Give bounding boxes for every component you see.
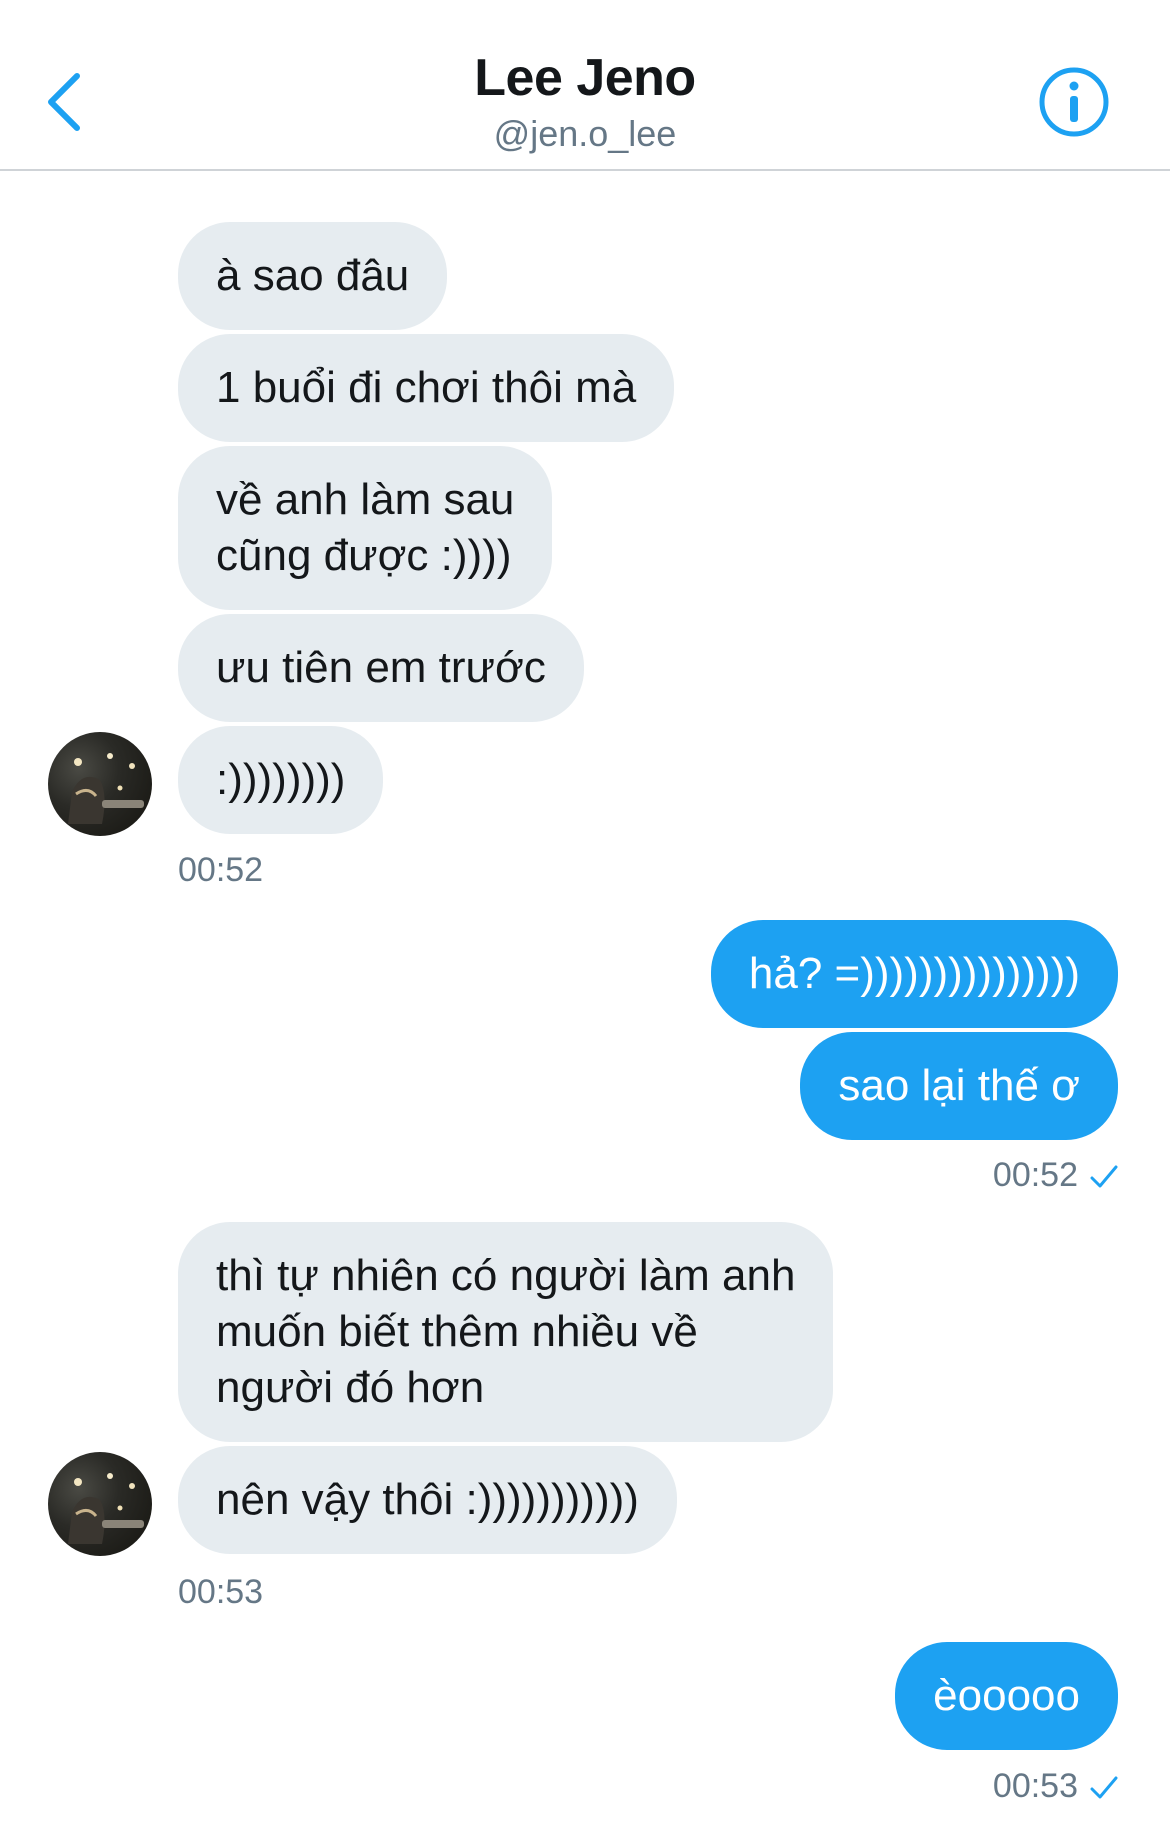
contact-handle: @jen.o_lee	[493, 113, 677, 154]
checkmark-icon	[1090, 1165, 1118, 1188]
outgoing-message[interactable]: sao lại thế ơ	[800, 1032, 1118, 1140]
message-text: ưu tiên em trước	[216, 643, 546, 692]
contact-title[interactable]: Lee Jeno @jen.o_lee	[0, 46, 1170, 156]
message-text: :))))))))	[216, 755, 346, 804]
message-text: thì tự nhiên có người làm anh	[216, 1251, 796, 1300]
message-text: nên vậy thôi :)))))))))))	[216, 1475, 639, 1524]
message-text: muốn biết thêm nhiều về	[216, 1307, 698, 1356]
avatar-photo	[68, 753, 144, 824]
dm-conversation-screen: Lee Jeno @jen.o_lee à sao đâu 1 buổi đi …	[0, 0, 1170, 1847]
avatar-photo	[68, 1473, 144, 1544]
message-timestamp: 00:52	[992, 1156, 1078, 1194]
message-timestamp: 00:53	[992, 1767, 1078, 1805]
incoming-message[interactable]: :))))))))	[178, 726, 384, 834]
incoming-message[interactable]: 1 buổi đi chơi thôi mà	[178, 334, 675, 442]
message-text: èooooo	[933, 1671, 1080, 1720]
message-text: sao lại thế ơ	[838, 1061, 1080, 1110]
conversation-header: Lee Jeno @jen.o_lee	[0, 0, 1170, 171]
message-text: về anh làm sau	[216, 475, 515, 524]
incoming-message[interactable]: về anh làm sau cũng được :))))	[178, 446, 553, 610]
message-text: à sao đâu	[216, 251, 410, 300]
message-text: người đó hơn	[216, 1363, 485, 1412]
info-circle-icon	[1039, 67, 1109, 137]
contact-name: Lee Jeno	[474, 49, 696, 107]
avatar[interactable]	[48, 732, 152, 836]
outgoing-message[interactable]: èooooo	[895, 1642, 1118, 1750]
incoming-message[interactable]: thì tự nhiên có người làm anh muốn biết …	[178, 1222, 834, 1442]
message-status: 00:52	[993, 1155, 1118, 1195]
message-status: 00:53	[993, 1766, 1118, 1806]
message-text: cũng được :))))	[216, 531, 512, 580]
message-text: hả? =)))))))))))))))	[748, 949, 1080, 998]
incoming-message[interactable]: ưu tiên em trước	[178, 614, 584, 722]
message-text: 1 buổi đi chơi thôi mà	[216, 363, 637, 412]
message-timestamp: 00:53	[178, 1573, 264, 1611]
avatar[interactable]	[48, 1452, 152, 1556]
outgoing-message[interactable]: hả? =)))))))))))))))	[710, 920, 1118, 1028]
incoming-message[interactable]: à sao đâu	[178, 222, 448, 330]
message-timestamp: 00:52	[178, 851, 264, 889]
info-button[interactable]	[1038, 66, 1110, 138]
checkmark-icon	[1090, 1776, 1118, 1799]
incoming-message[interactable]: nên vậy thôi :)))))))))))	[178, 1446, 677, 1554]
